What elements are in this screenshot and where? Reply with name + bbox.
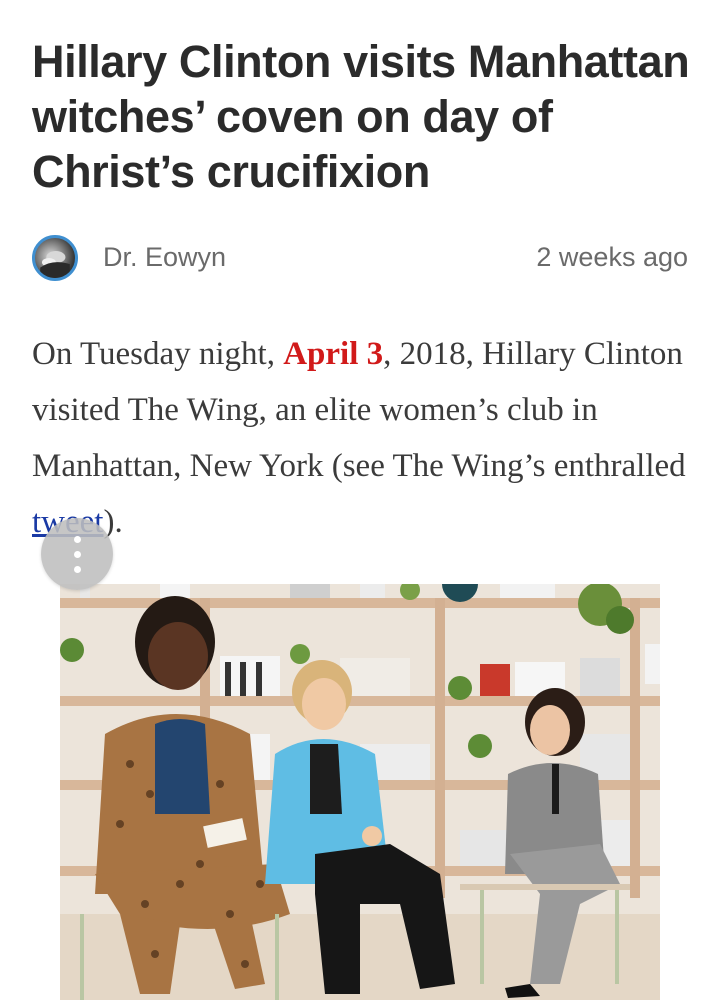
avatar-photo-icon xyxy=(40,251,70,278)
more-vertical-icon xyxy=(74,536,81,543)
more-vertical-icon-dot xyxy=(74,566,81,573)
post-time: 2 weeks ago xyxy=(536,242,688,272)
more-vertical-icon-dot xyxy=(74,551,81,558)
more-options-button[interactable] xyxy=(41,518,113,590)
author-name[interactable]: Dr. Eowyn xyxy=(103,242,226,273)
date-link[interactable]: April 3 xyxy=(283,336,383,372)
byline: Dr. Eowyn 2 weeks ago xyxy=(32,234,688,288)
article-lede: On Tuesday night, April 3, 2018, Hillary… xyxy=(32,326,692,550)
lede-text-1: On Tuesday night, xyxy=(32,336,284,372)
author-avatar[interactable] xyxy=(32,235,78,281)
article-headline: Hillary Clinton visits Manhattan witches… xyxy=(32,36,690,197)
article-image[interactable] xyxy=(60,584,660,1000)
photo-illustration xyxy=(60,584,660,1000)
